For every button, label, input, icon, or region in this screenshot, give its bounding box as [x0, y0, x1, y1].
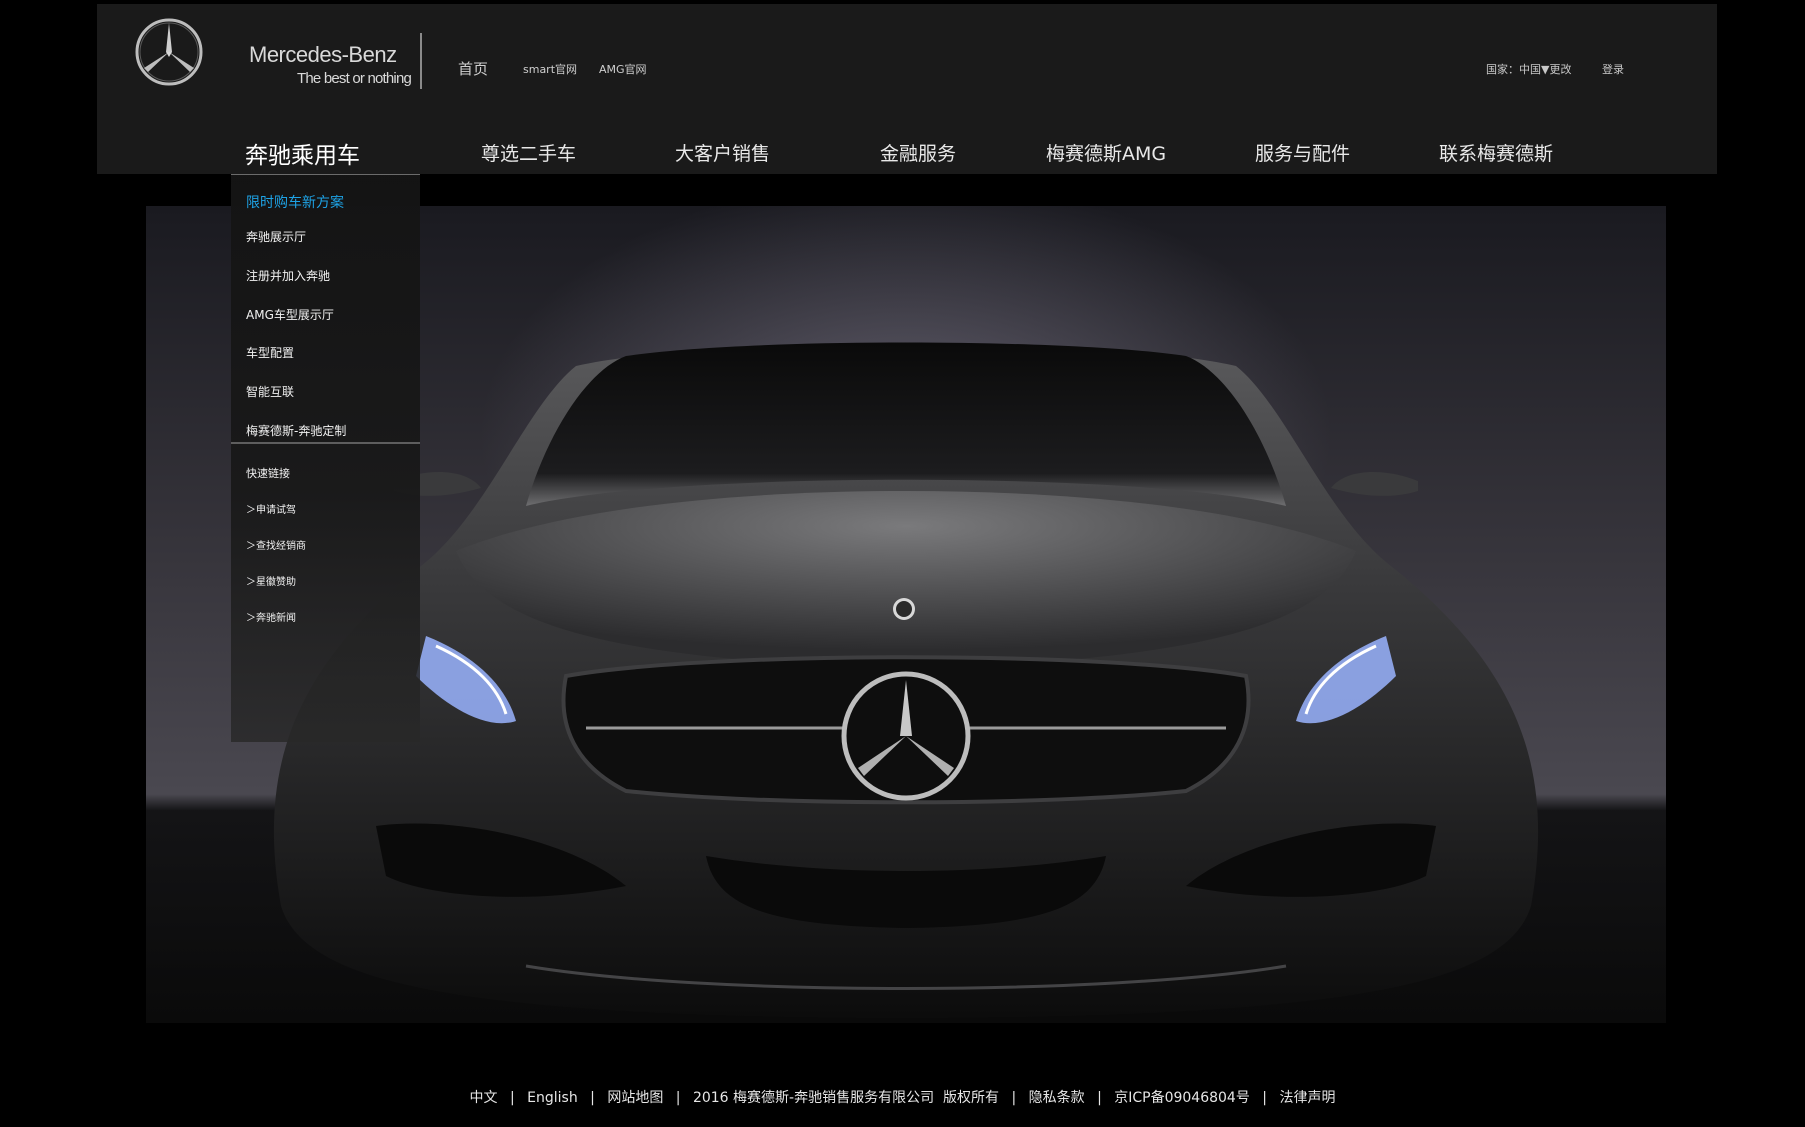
dropdown-item-custom[interactable]: 梅赛德斯-奔驰定制 — [246, 422, 346, 439]
dropdown-item-showroom[interactable]: 奔驰展示厅 — [246, 228, 306, 245]
footer-separator: | — [1097, 1090, 1102, 1106]
main-nav: 奔驰乘用车 尊选二手车 大客户销售 金融服务 梅赛德斯AMG 服务与配件 联系梅… — [97, 126, 1717, 169]
passenger-cars-dropdown: 限时购车新方案 奔驰展示厅 注册并加入奔驰 AMG车型展示厅 车型配置 智能互联… — [231, 174, 420, 742]
footer-link-sitemap[interactable]: 网站地图 — [607, 1087, 663, 1107]
footer-separator: | — [509, 1090, 515, 1106]
nav-used-cars[interactable]: 尊选二手车 — [481, 139, 576, 166]
footer-link-legal[interactable]: 法律声明 — [1279, 1087, 1335, 1107]
header-divider — [420, 33, 422, 89]
dropdown-item-amg-showroom[interactable]: AMG车型展示厅 — [246, 306, 334, 323]
nav-service-parts[interactable]: 服务与配件 — [1255, 139, 1350, 166]
dropdown-item-new-purchase-plan[interactable]: 限时购车新方案 — [246, 192, 344, 212]
footer-link-english[interactable]: English — [527, 1090, 578, 1106]
dropdown-top-line — [231, 174, 420, 175]
site-footer: 中文 | English | 网站地图 | 2016 梅赛德斯-奔驰销售服务有限… — [0, 1087, 1805, 1107]
footer-copyright: 2016 梅赛德斯-奔驰销售服务有限公司 版权所有 — [692, 1090, 999, 1106]
quick-links-title: 快速链接 — [246, 467, 290, 480]
footer-link-privacy[interactable]: 隐私条款 — [1029, 1087, 1085, 1107]
dropdown-item-connect[interactable]: 智能互联 — [246, 383, 294, 400]
nav-contact[interactable]: 联系梅赛德斯 — [1439, 139, 1553, 166]
dropdown-item-register[interactable]: 注册并加入奔驰 — [246, 267, 330, 284]
quick-link-news[interactable]: ＞奔驰新闻 — [246, 609, 296, 624]
country-label: 国家：中国 — [1486, 63, 1541, 76]
footer-link-icp[interactable]: 京ICP备09046804号 — [1114, 1087, 1250, 1107]
login-link[interactable]: 登录 — [1602, 61, 1624, 77]
footer-link-chinese[interactable]: 中文 — [470, 1087, 498, 1107]
smart-site-link[interactable]: smart官网 — [523, 61, 577, 77]
footer-separator: | — [675, 1090, 681, 1106]
home-link[interactable]: 首页 — [458, 58, 488, 79]
footer-separator: | — [1262, 1090, 1268, 1106]
nav-passenger-cars[interactable]: 奔驰乘用车 — [245, 136, 360, 170]
dropdown-divider — [231, 442, 420, 444]
quick-link-test-drive[interactable]: ＞申请试驾 — [246, 501, 296, 516]
quick-link-find-dealer[interactable]: ＞查找经销商 — [246, 537, 306, 552]
nav-amg[interactable]: 梅赛德斯AMG — [1046, 139, 1166, 166]
footer-separator: | — [1011, 1090, 1017, 1106]
brand-name: Mercedes-Benz — [249, 42, 397, 67]
nav-financial-services[interactable]: 金融服务 — [880, 139, 956, 166]
change-country-link[interactable]: ▼更改 — [1541, 61, 1571, 77]
dropdown-item-configurator[interactable]: 车型配置 — [246, 344, 294, 361]
brand-tagline: The best or nothing — [297, 70, 412, 87]
amg-site-link[interactable]: AMG官网 — [599, 61, 647, 77]
site-header: Mercedes-Benz The best or nothing 首页 sma… — [97, 4, 1717, 174]
mercedes-star-logo-icon[interactable] — [134, 17, 204, 87]
footer-separator: | — [590, 1090, 595, 1106]
nav-fleet-sales[interactable]: 大客户销售 — [675, 139, 770, 166]
quick-link-sponsorship[interactable]: ＞星徽赞助 — [246, 573, 296, 588]
